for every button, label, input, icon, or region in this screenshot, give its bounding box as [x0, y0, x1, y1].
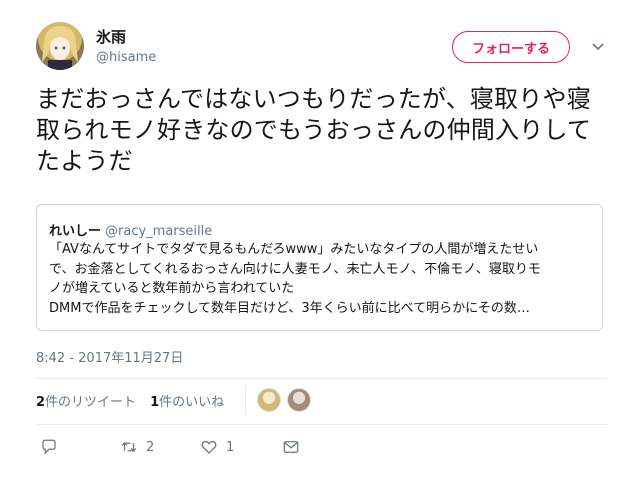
retweets-count: 2 [36, 395, 46, 410]
quoted-text-line: DMMで作品をチェックして数年目だけど、3年くらい前に比べて明らかにその数… [49, 300, 530, 316]
divider [245, 385, 246, 415]
author-avatar[interactable] [36, 22, 84, 70]
quoted-text-line: ノが増えていると数年前から言われていた [49, 281, 295, 296]
chevron-down-icon[interactable] [590, 38, 606, 54]
reply-icon [42, 439, 56, 455]
quoted-tweet-text: 「AVなんてサイトでタダで見るもんだろwww」みたいなタイプの人間が増えたせい … [49, 240, 595, 318]
likes-stat[interactable]: 1件のいいね [150, 395, 224, 410]
likes-label: 件のいいね [159, 395, 225, 410]
engagement-stats: 2件のリツイート 1件のいいね [36, 391, 224, 410]
quoted-author-handle: @racy_marseille [105, 224, 213, 239]
retweet-icon [121, 441, 137, 453]
liker-avatar[interactable] [287, 388, 311, 412]
like-count: 1 [226, 439, 235, 455]
like-action[interactable]: 1 [200, 437, 234, 457]
retweets-label: 件のリツイート [45, 395, 137, 410]
quoted-author-name: れいしー [49, 224, 102, 239]
reply-action[interactable] [40, 437, 58, 457]
quoted-tweet[interactable]: れいしー @racy_marseille 「AVなんてサイトでタダで見るもんだろw… [36, 204, 603, 331]
heart-icon [201, 440, 217, 454]
tweet-text: まだおっさんではないつもりだったが、寝取りや寝取られモノ好きなのでもうおっさんの… [36, 85, 592, 175]
likes-count: 1 [150, 395, 160, 410]
retweet-count: 2 [146, 439, 155, 455]
author-handle[interactable]: @hisame [96, 50, 156, 65]
retweet-action[interactable]: 2 [120, 437, 154, 457]
divider [36, 424, 607, 425]
author-name[interactable]: 氷雨 [96, 26, 126, 47]
direct-message-action[interactable] [282, 437, 300, 457]
liker-avatar[interactable] [257, 388, 281, 412]
quoted-text-line: 「AVなんてサイトでタダで見るもんだろwww」みたいなタイプの人間が増えたせい [49, 242, 539, 257]
divider [36, 378, 607, 379]
tweet-timestamp[interactable]: 8:42 - 2017年11月27日 [36, 347, 183, 366]
envelope-icon [283, 441, 299, 453]
follow-button[interactable]: フォローする [452, 31, 570, 63]
retweets-stat[interactable]: 2件のリツイート [36, 395, 136, 410]
quoted-text-line: で、お金落としてくれるおっさん向けに人妻モノ、未亡人モノ、不倫モノ、寝取りモ [49, 261, 541, 277]
